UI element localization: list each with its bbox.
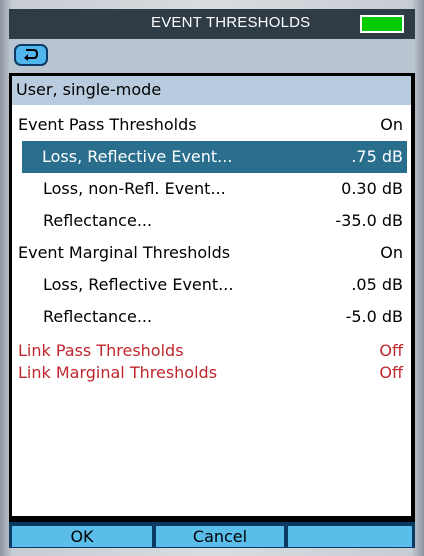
title-bar: EVENT THRESHOLDS — [9, 9, 415, 39]
row-link-pass-thresholds[interactable]: Link Pass Thresholds Off — [12, 341, 411, 363]
threshold-list: User, single-mode Event Pass Thresholds … — [12, 76, 411, 516]
row-value: -35.0 dB — [335, 211, 403, 230]
row-marginal-loss-reflective-event[interactable]: Loss, Reflective Event... .05 dB — [12, 269, 411, 301]
window-title: EVENT THRESHOLDS — [151, 14, 311, 31]
row-label: Loss, Reflective Event... — [42, 147, 233, 166]
row-pass-reflectance[interactable]: Reflectance... -35.0 dB — [12, 205, 411, 237]
screen: EVENT THRESHOLDS User, single-mode Event… — [9, 9, 415, 548]
list-header: User, single-mode — [12, 76, 411, 105]
toolbar — [9, 39, 415, 73]
row-label: Event Marginal Thresholds — [18, 243, 231, 262]
row-label: Reflectance... — [43, 211, 153, 230]
row-value: Off — [379, 341, 403, 360]
row-label: Link Marginal Thresholds — [18, 363, 218, 382]
cancel-button[interactable]: Cancel — [155, 525, 285, 548]
row-marginal-reflectance[interactable]: Reflectance... -5.0 dB — [12, 301, 411, 333]
row-event-marginal-thresholds[interactable]: Event Marginal Thresholds On — [12, 237, 411, 269]
row-value: -5.0 dB — [345, 307, 403, 326]
softkey-bar: OK Cancel — [9, 522, 415, 548]
back-button[interactable] — [14, 44, 48, 66]
row-label: Loss, Reflective Event... — [43, 275, 234, 294]
back-arrow-icon — [24, 49, 39, 61]
row-pass-loss-reflective-event[interactable]: Loss, Reflective Event... .75 dB — [22, 141, 407, 173]
row-value: .05 dB — [351, 275, 403, 294]
row-pass-loss-non-reflective-event[interactable]: Loss, non-Refl. Event... 0.30 dB — [12, 173, 411, 205]
row-event-pass-thresholds[interactable]: Event Pass Thresholds On — [12, 109, 411, 141]
row-value: Off — [379, 363, 403, 382]
row-link-marginal-thresholds[interactable]: Link Marginal Thresholds Off — [12, 363, 411, 385]
ok-button[interactable]: OK — [11, 525, 153, 548]
row-value: On — [380, 243, 403, 262]
list-header-label: User, single-mode — [16, 80, 162, 99]
row-label: Event Pass Thresholds — [18, 115, 197, 134]
row-value: 0.30 dB — [341, 179, 403, 198]
row-label: Loss, non-Refl. Event... — [43, 179, 226, 198]
battery-indicator — [360, 15, 404, 33]
row-label: Link Pass Thresholds — [18, 341, 184, 360]
softkey-3-button[interactable] — [287, 525, 413, 548]
row-value: .75 dB — [351, 147, 403, 166]
row-label: Reflectance... — [43, 307, 153, 326]
row-value: On — [380, 115, 403, 134]
